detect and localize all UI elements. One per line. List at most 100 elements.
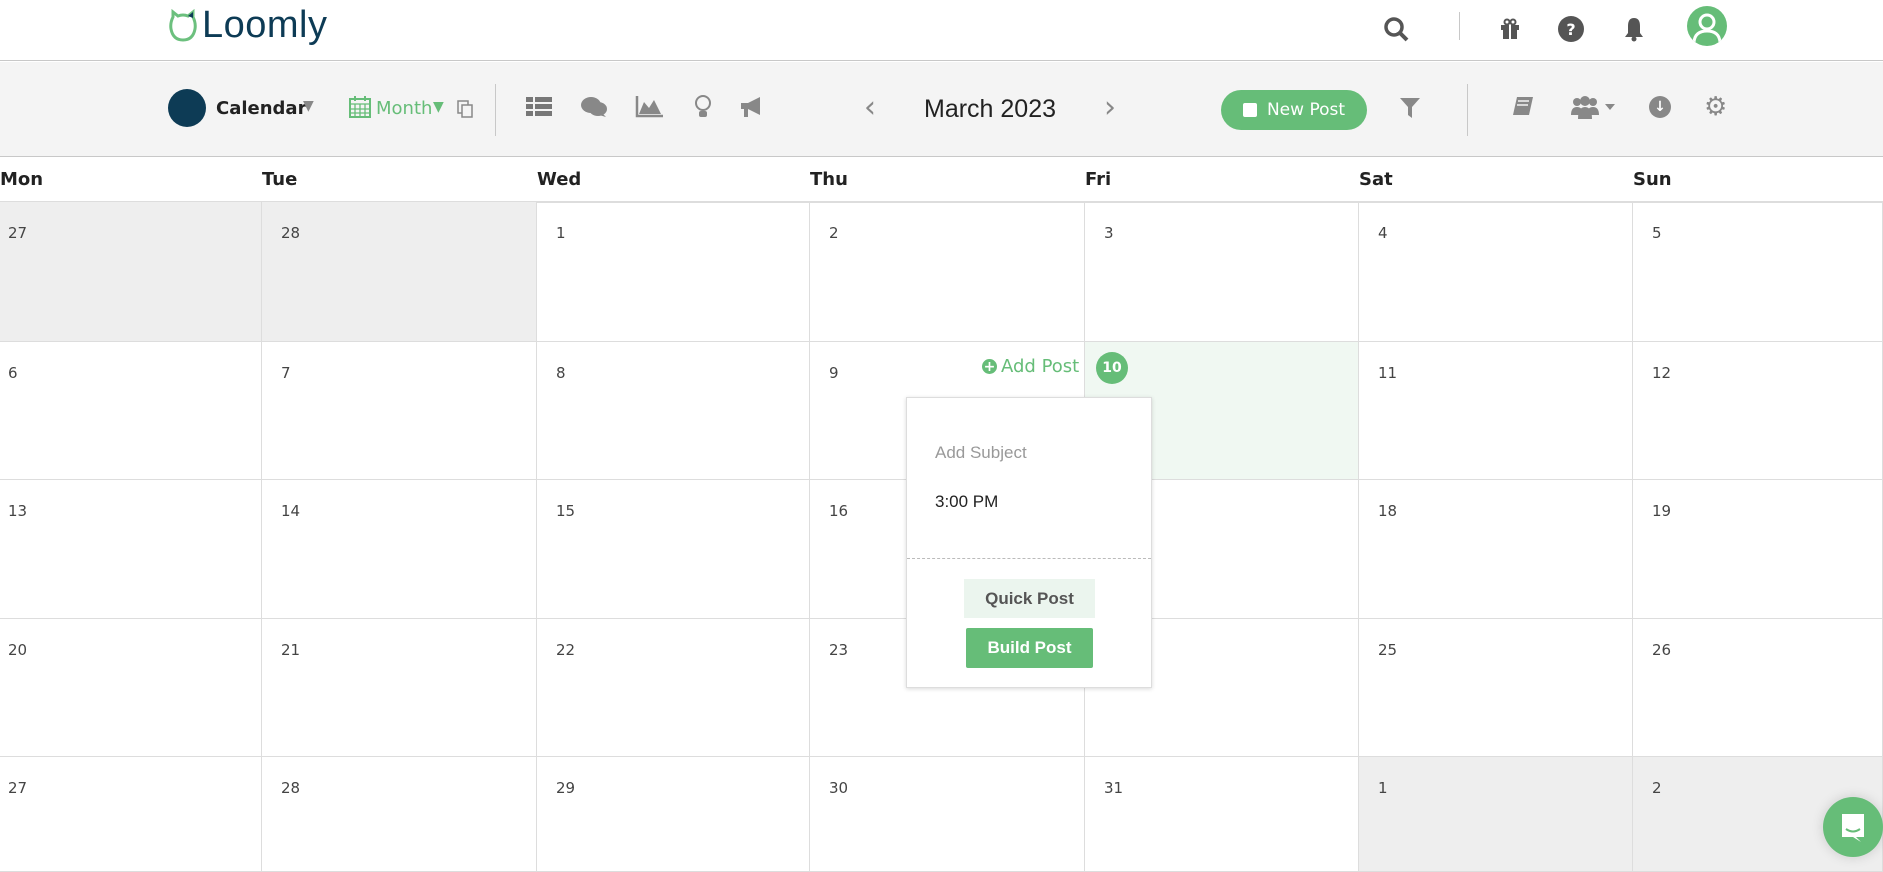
day-number: 11 (1378, 364, 1398, 382)
note-icon (1242, 103, 1257, 117)
day-cell[interactable]: 4 (1359, 202, 1633, 342)
day-number: 19 (1652, 502, 1672, 520)
day-cell[interactable]: 28 (262, 202, 537, 342)
today-badge: 10 (1096, 352, 1128, 384)
add-post-label: Add Post (1001, 356, 1080, 377)
weekday-fri: Fri (1085, 169, 1112, 190)
day-cell[interactable]: 26 (1633, 619, 1883, 757)
help-icon[interactable]: ? (1558, 16, 1584, 42)
copy-icon[interactable] (457, 100, 473, 118)
quick-add-popup: Add Subject 3:00 PM Quick Post Build Pos… (906, 397, 1152, 688)
day-cell[interactable]: 3 (1085, 202, 1359, 342)
loomly-logo[interactable]: Loomly (168, 4, 328, 47)
weekday-thu: Thu (810, 169, 848, 190)
day-number: 22 (556, 641, 576, 659)
day-cell[interactable]: 1 (1359, 757, 1633, 872)
library-book-icon[interactable] (1512, 96, 1534, 122)
ideas-bulb-icon[interactable] (694, 94, 712, 124)
build-post-button[interactable]: Build Post (966, 628, 1093, 668)
day-number: 5 (1652, 224, 1662, 242)
day-number: 1 (556, 224, 566, 242)
time-field[interactable]: 3:00 PM (935, 492, 998, 512)
megaphone-icon[interactable] (740, 96, 766, 122)
chevron-down-icon[interactable]: ▼ (303, 98, 314, 114)
chat-icon (1842, 814, 1864, 842)
day-cell[interactable]: 7 (262, 342, 537, 480)
comments-icon[interactable] (580, 96, 608, 122)
day-number: 9 (829, 364, 839, 382)
day-cell[interactable]: 11 (1359, 342, 1633, 480)
day-cell[interactable]: 27 (0, 202, 262, 342)
day-cell[interactable]: 31 (1085, 757, 1359, 872)
month-title: March 2023 (924, 95, 1057, 123)
weekday-wed: Wed (537, 169, 582, 190)
next-month-button[interactable]: › (1104, 90, 1116, 125)
day-cell[interactable]: 22 (537, 619, 810, 757)
day-cell[interactable]: 2 (810, 202, 1085, 342)
day-number: 31 (1104, 779, 1124, 797)
day-number: 2 (1652, 779, 1662, 797)
view-chevron-icon[interactable]: ▼ (433, 99, 444, 115)
gift-icon[interactable] (1498, 16, 1522, 42)
day-number: 6 (8, 364, 18, 382)
download-icon[interactable]: ↓ (1649, 96, 1671, 118)
day-cell[interactable]: 5 (1633, 202, 1883, 342)
avatar-icon[interactable] (1687, 6, 1727, 46)
analytics-icon[interactable] (635, 96, 663, 122)
day-number: 25 (1378, 641, 1398, 659)
day-cell[interactable]: 28 (262, 757, 537, 872)
day-cell[interactable]: 12 (1633, 342, 1883, 480)
day-cell[interactable]: 6 (0, 342, 262, 480)
day-cell[interactable]: 30 (810, 757, 1085, 872)
day-cell[interactable]: 18 (1359, 480, 1633, 619)
day-cell[interactable]: 15 (537, 480, 810, 619)
day-cell[interactable]: 1 (537, 202, 810, 342)
day-number: 28 (281, 779, 301, 797)
day-number: 27 (8, 224, 28, 242)
previous-month-button[interactable]: ‹ (864, 90, 876, 125)
day-cell[interactable]: 27 (0, 757, 262, 872)
day-cell[interactable]: 25 (1359, 619, 1633, 757)
chat-support-button[interactable] (1823, 797, 1883, 857)
day-number: 29 (556, 779, 576, 797)
day-number: 30 (829, 779, 849, 797)
new-post-button[interactable]: New Post (1221, 90, 1367, 130)
quick-post-button[interactable]: Quick Post (964, 579, 1095, 618)
settings-gear-icon[interactable]: ⚙ (1704, 92, 1727, 122)
new-post-label: New Post (1266, 100, 1346, 120)
add-post-link[interactable]: + Add Post (982, 356, 1079, 377)
day-cell[interactable]: 20 (0, 619, 262, 757)
subject-input[interactable]: Add Subject (935, 443, 1027, 463)
day-number: 15 (556, 502, 576, 520)
weekday-sun: Sun (1633, 169, 1672, 190)
bell-icon[interactable] (1621, 14, 1647, 44)
calendar-avatar[interactable] (168, 89, 206, 127)
day-cell[interactable]: 29 (537, 757, 810, 872)
day-number: 2 (829, 224, 839, 242)
day-cell[interactable]: 13 (0, 480, 262, 619)
team-users-icon[interactable] (1570, 95, 1618, 123)
day-number: 21 (281, 641, 301, 659)
search-icon[interactable] (1382, 14, 1410, 44)
day-number: 18 (1378, 502, 1398, 520)
weekday-mon: Mon (0, 169, 44, 190)
view-selector[interactable]: Month (376, 98, 432, 119)
day-number: 3 (1104, 224, 1114, 242)
logo-text: Loomly (202, 4, 328, 46)
day-number: 26 (1652, 641, 1672, 659)
day-number: 4 (1378, 224, 1388, 242)
day-number: 28 (281, 224, 301, 242)
toolbar: Calendar ▼ Month ▼ ‹ March 2023 › New Po… (0, 62, 1883, 157)
day-cell[interactable]: 21 (262, 619, 537, 757)
day-number: 13 (8, 502, 28, 520)
calendar-selector[interactable]: Calendar (216, 98, 306, 119)
day-number: 12 (1652, 364, 1672, 382)
day-number: 16 (829, 502, 849, 520)
list-view-icon[interactable] (526, 97, 552, 121)
day-cell[interactable]: 19 (1633, 480, 1883, 619)
day-number: 1 (1378, 779, 1388, 797)
weekday-sat: Sat (1359, 169, 1393, 190)
day-cell[interactable]: 14 (262, 480, 537, 619)
filter-icon[interactable] (1400, 98, 1420, 122)
day-cell[interactable]: 8 (537, 342, 810, 480)
